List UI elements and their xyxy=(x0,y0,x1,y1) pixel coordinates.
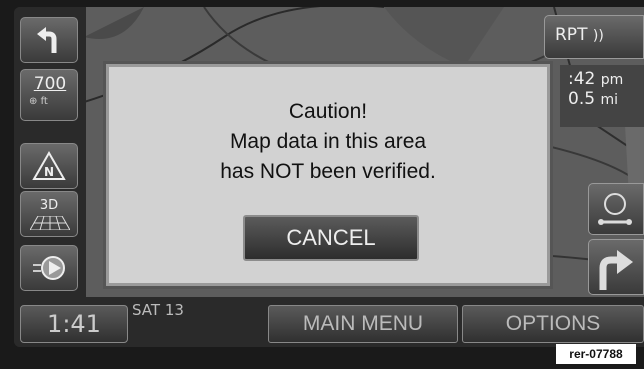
navigation-display: 700 ⊕ ft N 3D RPT)):42 pm 0.5 mi Cauti… xyxy=(0,0,644,369)
speaker-icon: )) xyxy=(592,28,604,44)
route-guidance-button[interactable] xyxy=(20,245,78,291)
repeat-voice-button[interactable]: RPT )) xyxy=(544,15,644,59)
view-3d-button[interactable]: 3D xyxy=(20,191,78,237)
zoom-icon: ⊕ xyxy=(29,96,38,107)
svg-text:N: N xyxy=(44,165,54,179)
guidance-play-icon xyxy=(33,256,65,280)
turn-back-arrow-icon xyxy=(37,27,57,53)
cancel-button[interactable]: CANCEL xyxy=(243,215,419,261)
perspective-grid-icon xyxy=(30,216,70,230)
reference-code: rer-07788 xyxy=(556,344,636,364)
caution-message: Caution! Map data in this area has NOT b… xyxy=(109,97,547,187)
map-scale-button[interactable]: 700 ⊕ ft xyxy=(20,69,78,121)
date: SAT 13 xyxy=(132,301,184,319)
back-button[interactable] xyxy=(20,17,78,63)
clock[interactable]: 1:41 xyxy=(20,305,128,343)
route-overview-button[interactable] xyxy=(588,183,644,235)
caution-dialog: Caution! Map data in this area has NOT b… xyxy=(106,64,550,286)
route-info-panel: :42 pm 0.5 mi xyxy=(560,65,644,127)
bottom-bar: 1:41 SAT 13 MAIN MENU OPTIONS xyxy=(14,297,644,347)
next-turn-button[interactable] xyxy=(588,239,644,295)
map-scale-value: 700 xyxy=(33,74,67,94)
north-arrow-icon: N xyxy=(32,151,66,180)
left-toolbar: 700 ⊕ ft N 3D xyxy=(14,7,86,297)
route-overview-icon xyxy=(598,193,632,225)
map-scale-unit: ⊕ ft xyxy=(29,96,48,107)
arrival-time: :42 pm xyxy=(568,69,624,89)
remaining-distance: 0.5 mi xyxy=(568,89,618,109)
caution-title: Caution! xyxy=(288,100,368,123)
turn-right-arrow-icon xyxy=(599,250,633,290)
screen: 700 ⊕ ft N 3D RPT)):42 pm 0.5 mi Cauti… xyxy=(14,7,644,347)
main-menu-button[interactable]: MAIN MENU xyxy=(268,305,458,343)
north-up-button[interactable]: N xyxy=(20,143,78,189)
caution-line-2: Map data in this area xyxy=(229,130,427,153)
caution-line-3: has NOT been verified. xyxy=(220,160,436,183)
options-button[interactable]: OPTIONS xyxy=(462,305,644,343)
